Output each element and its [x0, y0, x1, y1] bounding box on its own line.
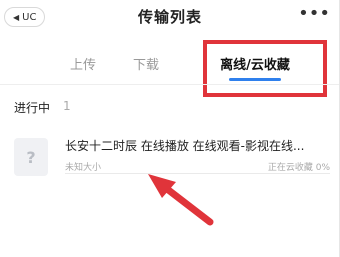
- top-bar: ◀ UC 传输列表 •••: [0, 0, 340, 36]
- file-name: 长安十二时辰 在线播放 在线观看-影视在线...: [65, 139, 305, 153]
- section-count: 1: [63, 99, 71, 113]
- page-title: 传输列表: [137, 8, 202, 26]
- progress-bar: [65, 173, 330, 174]
- tab-download[interactable]: 下载: [133, 54, 159, 73]
- unknown-file-icon: ?: [14, 138, 48, 176]
- annotation-arrow-icon: [148, 174, 214, 226]
- annotation-highlight-box: [203, 40, 327, 97]
- more-icon[interactable]: •••: [298, 3, 330, 24]
- tab-upload[interactable]: 上传: [70, 54, 96, 73]
- section-label-in-progress: 进行中: [14, 101, 51, 115]
- tab-divider: [0, 84, 340, 85]
- file-size: 未知大小: [65, 163, 102, 173]
- file-status: 正在云收藏 0%: [267, 163, 330, 173]
